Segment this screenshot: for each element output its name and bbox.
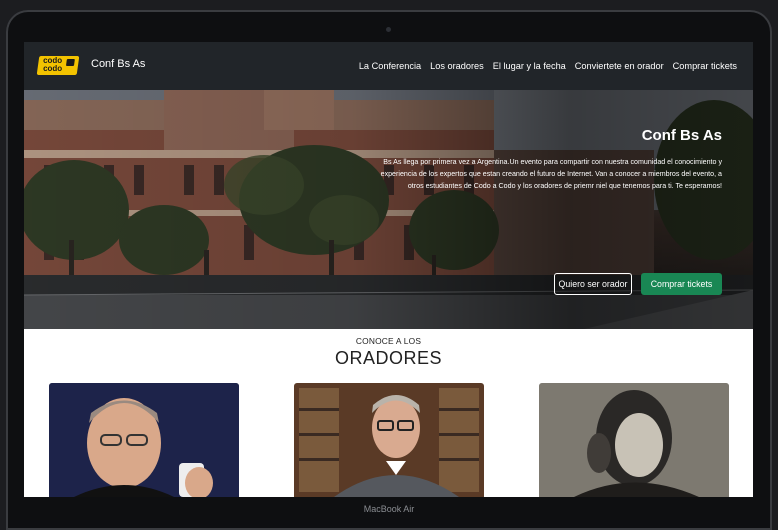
speaker-card-3-photo xyxy=(539,383,729,497)
speakers-kicker: CONOCE A LOS xyxy=(355,336,422,346)
nav-link-conferencia[interactable]: La Conferencia xyxy=(359,61,421,71)
speakers-title: ORADORES xyxy=(334,348,443,368)
codo-a-codo-logo[interactable]: codo codo xyxy=(36,56,80,75)
device-label: MacBook Air xyxy=(363,504,415,514)
hero-description: Bs As llega por primera vez a Argentina.… xyxy=(380,158,722,191)
nav-link-lugar-fecha[interactable]: El lugar y la fecha xyxy=(493,61,566,71)
nav-link-oradores[interactable]: Los oradores xyxy=(430,61,484,71)
webcam-dot xyxy=(386,27,391,32)
hero-title: Conf Bs As xyxy=(641,127,722,144)
browser-viewport: codo codo Conf Bs As La Conferencia Los … xyxy=(24,42,753,497)
nav-link-comprar-tickets[interactable]: Comprar tickets xyxy=(673,61,737,71)
speaker-card-2-photo xyxy=(294,383,484,497)
nav-links: La Conferencia Los oradores El lugar y l… xyxy=(359,61,737,71)
speaker-signup-button[interactable]: Quiero ser orador xyxy=(554,273,632,295)
buy-tickets-button[interactable]: Comprar tickets xyxy=(641,273,722,295)
logo-text: codo codo xyxy=(43,56,63,73)
navbar-brand[interactable]: Conf Bs As xyxy=(91,58,145,70)
hero-section: Conf Bs As Bs As llega por primera vez a… xyxy=(24,90,753,329)
speaker-card-1-photo xyxy=(49,383,239,497)
navbar: codo codo Conf Bs As La Conferencia Los … xyxy=(24,42,753,90)
nav-link-conviertete-orador[interactable]: Conviertete en orador xyxy=(575,61,664,71)
logo-mark-icon xyxy=(65,59,75,66)
